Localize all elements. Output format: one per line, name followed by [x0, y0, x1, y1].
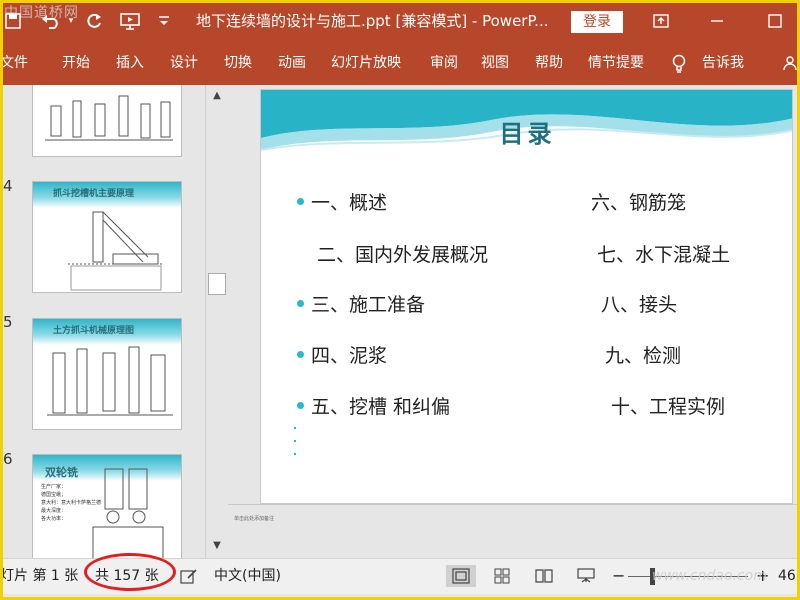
undo-icon[interactable]	[38, 0, 64, 42]
ribbon-tab-bar: 文件 开始 插入 设计 切换 动画 幻灯片放映 审阅 视图 帮助 情节提要 告诉…	[0, 42, 800, 85]
tab-view[interactable]: 视图	[481, 42, 509, 85]
login-button[interactable]: 登录	[571, 11, 623, 33]
toc-item-4[interactable]: 四、泥浆	[311, 341, 387, 368]
bullet-dot	[294, 440, 296, 442]
tab-help[interactable]: 帮助	[535, 42, 563, 85]
toc-item-7[interactable]: 七、水下混凝土	[597, 240, 730, 267]
tab-review[interactable]: 审阅	[430, 42, 458, 85]
tab-transitions[interactable]: 切换	[224, 42, 252, 85]
slide-sorter-icon[interactable]	[489, 565, 515, 587]
minimize-icon[interactable]	[706, 0, 728, 42]
toc-item-1[interactable]: 一、概述	[311, 188, 387, 215]
tab-home[interactable]: 开始	[62, 42, 90, 85]
start-slideshow-icon[interactable]	[118, 0, 142, 42]
tab-slideshow[interactable]: 幻灯片放映	[331, 42, 401, 85]
tab-design[interactable]: 设计	[170, 42, 198, 85]
zoom-out-icon[interactable]: −	[612, 559, 625, 595]
tab-file[interactable]: 文件	[0, 42, 28, 85]
slide-number-6: 6	[3, 450, 13, 468]
toc-item-9[interactable]: 九、检测	[605, 341, 681, 368]
undo-dropdown-icon[interactable]: ▾	[66, 0, 76, 42]
tab-animations[interactable]: 动画	[278, 42, 306, 85]
tab-insert[interactable]: 插入	[116, 42, 144, 85]
toc-item-5[interactable]: 五、挖槽 和纠偏	[311, 392, 450, 419]
slide-position[interactable]: 幻灯片 第 1 张	[0, 559, 78, 595]
slide-thumbnail-3[interactable]	[32, 85, 182, 157]
window-title: 地下连续墙的设计与施工.ppt [兼容模式] - PowerP...	[196, 12, 549, 30]
slide-count: 共 157 张	[95, 568, 159, 584]
bullet-dot	[297, 300, 304, 307]
title-bar: 中国道桥网 ▾ 地下连续墙的设计与施工.ppt [兼容模式] - PowerP.…	[0, 0, 800, 42]
lightbulb-icon[interactable]	[672, 54, 686, 74]
toc-item-8[interactable]: 八、接头	[601, 290, 677, 317]
slide-thumbnail-6[interactable]: 双轮铣 生产厂家： 德国宝峨； 意大利：意大利卡萨格兰德 最大深度： 各大功率：	[32, 454, 182, 558]
slide-thumbnail-4[interactable]: 抓斗挖槽机主要原理	[32, 181, 182, 293]
notes-placeholder: 单击此处添加备注	[234, 516, 275, 522]
slide-title[interactable]: 目录	[261, 114, 792, 149]
notes-edit-icon[interactable]	[176, 565, 202, 587]
normal-view-icon[interactable]	[446, 565, 476, 587]
customize-toolbar-icon[interactable]	[156, 0, 172, 42]
scroll-down-icon[interactable]: ▼	[208, 537, 226, 555]
language-indicator[interactable]: 中文(中国)	[214, 559, 281, 595]
bullet-dot	[297, 198, 304, 205]
scroll-up-icon[interactable]: ▲	[208, 87, 226, 105]
zoom-level[interactable]: 46	[778, 559, 796, 595]
save-icon[interactable]	[2, 0, 24, 42]
share-icon[interactable]	[782, 42, 798, 85]
toc-item-10[interactable]: 十、工程实例	[611, 392, 725, 419]
bullet-dot	[294, 453, 296, 455]
bullet-dot	[297, 351, 304, 358]
slide-thumbnail-5[interactable]: 土方抓斗机械原理图	[32, 318, 182, 430]
scrollbar-thumb[interactable]	[208, 273, 226, 295]
redo-icon[interactable]	[82, 0, 106, 42]
tab-storyboarding[interactable]: 情节提要	[588, 42, 644, 85]
slide-number-5: 5	[3, 313, 13, 331]
bullet-dot	[297, 402, 304, 409]
maximize-icon[interactable]	[764, 0, 786, 42]
slideshow-view-icon[interactable]	[573, 565, 599, 587]
slide-number-4: 4	[3, 177, 13, 195]
ribbon-display-options-icon[interactable]	[650, 0, 672, 42]
thumbnail-scrollbar[interactable]: ▲ ▼	[205, 85, 227, 558]
toc-item-2[interactable]: 二、国内外发展概况	[317, 240, 488, 267]
toc-item-6[interactable]: 六、钢筋笼	[591, 188, 686, 215]
site-watermark: www.cndao.com	[652, 568, 767, 584]
bullet-dot	[294, 427, 296, 429]
reading-view-icon[interactable]	[531, 565, 557, 587]
slide-canvas[interactable]: 目录 一、概述 二、国内外发展概况 三、施工准备 四、泥浆 五、挖槽 和纠偏 六…	[260, 89, 793, 504]
tell-me-search[interactable]: 告诉我	[702, 42, 744, 85]
notes-pane[interactable]: 单击此处添加备注	[228, 504, 800, 558]
slide-thumbnail-panel: 4 抓斗挖槽机主要原理 5 土方抓斗机械原理图 6 双轮铣 生产厂家： 德国宝峨…	[0, 85, 228, 558]
toc-item-3[interactable]: 三、施工准备	[311, 290, 425, 317]
